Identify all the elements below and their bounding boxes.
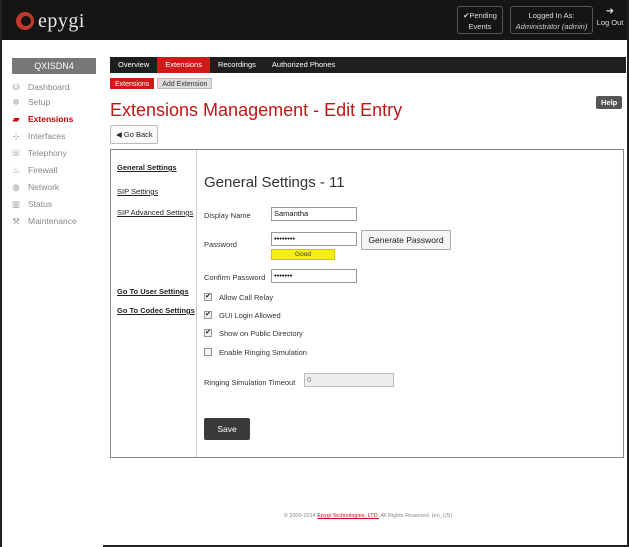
logged-in-label: Logged In As: xyxy=(528,11,575,20)
link-sip-settings[interactable]: SIP Settings xyxy=(117,187,158,196)
tab-recordings[interactable]: Recordings xyxy=(210,57,264,73)
display-name-label: Display Name xyxy=(204,211,251,220)
device-name: QXISDN4 xyxy=(12,58,96,74)
logged-in-user: Administrator (admin) xyxy=(515,22,588,31)
tab-authorized-phones[interactable]: Authorized Phones xyxy=(264,57,343,73)
tab-extensions[interactable]: Extensions xyxy=(157,57,210,73)
help-button[interactable]: Help xyxy=(596,96,623,109)
sidebar-item-firewall[interactable]: ♨ Firewall xyxy=(10,164,57,176)
sidebar-item-label: Firewall xyxy=(28,165,58,175)
public-directory-row[interactable]: ✔ Show on Public Directory xyxy=(204,328,303,338)
sidebar: QXISDN4 ⛁ Dashboard ✲ Setup ▰ Extensions… xyxy=(2,40,103,547)
ringing-simulation-checkbox[interactable] xyxy=(204,348,212,356)
logout-label: Log Out xyxy=(596,18,624,27)
link-go-to-user-settings[interactable]: Go To User Settings xyxy=(117,287,189,296)
events-label: Events xyxy=(468,22,492,31)
pending-events-button[interactable]: ✔Pending Events xyxy=(457,6,503,34)
sidebar-item-extensions[interactable]: ▰ Extensions xyxy=(10,113,74,125)
gear-icon: ✲ xyxy=(12,96,20,107)
bar-chart-icon: ▥ xyxy=(11,198,21,209)
top-header: epygi ✔Pending Events Logged In As: Admi… xyxy=(2,0,627,40)
ringing-simulation-label: Enable Ringing Simulation xyxy=(219,347,307,357)
sidebar-item-label: Telephony xyxy=(28,148,67,158)
epygi-logo[interactable]: epygi xyxy=(16,10,85,32)
gui-login-label: GUI Login Allowed xyxy=(219,310,281,320)
subtab-extensions[interactable]: Extensions xyxy=(110,78,155,89)
go-back-label: Go Back xyxy=(123,130,153,139)
sidebar-item-status[interactable]: ▥ Status xyxy=(10,198,52,210)
confirm-password-label: Confirm Password xyxy=(204,273,266,282)
sidebar-item-dashboard[interactable]: ⛁ Dashboard xyxy=(10,81,70,93)
allow-call-relay-row[interactable]: ✔ Allow Call Relay xyxy=(204,292,273,302)
sidebar-item-label: Maintenance xyxy=(28,216,77,226)
dashboard-icon: ⛁ xyxy=(12,81,20,92)
wrench-icon: ⚒ xyxy=(12,215,20,226)
sidebar-item-setup[interactable]: ✲ Setup xyxy=(10,96,50,108)
allow-call-relay-label: Allow Call Relay xyxy=(219,292,274,302)
password-strength-indicator: Good xyxy=(271,249,335,260)
logo-text: epygi xyxy=(38,9,85,32)
sidebar-item-label: Status xyxy=(28,199,53,209)
globe-icon: ◍ xyxy=(12,181,20,192)
public-directory-label: Show on Public Directory xyxy=(219,328,303,338)
interfaces-icon: ⊹ xyxy=(12,130,20,141)
subtab-add-extension[interactable]: Add Extension xyxy=(157,78,213,89)
go-back-button[interactable]: ◀ Go Back xyxy=(110,125,158,144)
section-title: General Settings - 11 xyxy=(204,174,345,191)
sidebar-item-label: Interfaces xyxy=(28,131,66,141)
gui-login-row[interactable]: ✔ GUI Login Allowed xyxy=(204,310,281,320)
rights-text: All Rights Reserved. (en_US) xyxy=(380,513,453,519)
logout-button[interactable]: ➜ Log Out xyxy=(595,6,625,28)
extensions-icon: ▰ xyxy=(12,113,20,124)
allow-call-relay-checkbox[interactable]: ✔ xyxy=(204,293,212,301)
sidebar-item-network[interactable]: ◍ Network xyxy=(10,181,59,193)
gui-login-checkbox[interactable]: ✔ xyxy=(204,311,212,319)
sidebar-item-interfaces[interactable]: ⊹ Interfaces xyxy=(10,130,65,142)
sidebar-item-label: Dashboard xyxy=(28,82,70,92)
sidebar-item-label: Setup xyxy=(28,97,51,107)
logged-in-info: Logged In As: Administrator (admin) xyxy=(510,6,593,34)
sidebar-item-label: Network xyxy=(28,182,60,192)
pending-label: ✔Pending xyxy=(463,11,497,20)
copyright-text: © 2000-2014 xyxy=(283,513,316,519)
tab-overview[interactable]: Overview xyxy=(110,57,157,73)
company-link[interactable]: Epygi Technologies, LTD. xyxy=(317,513,379,519)
link-general-settings[interactable]: General Settings xyxy=(117,163,177,172)
ringing-simulation-row[interactable]: Enable Ringing Simulation xyxy=(204,347,307,357)
page-title: Extensions Management - Edit Entry xyxy=(110,100,403,120)
password-field[interactable]: •••••••• xyxy=(271,232,357,246)
sub-tabs: Extensions Add Extension xyxy=(110,78,213,89)
sidebar-item-maintenance[interactable]: ⚒ Maintenance xyxy=(10,215,77,227)
sidebar-item-label: Extensions xyxy=(28,114,74,124)
confirm-password-field[interactable]: ••••••• xyxy=(271,269,357,283)
phone-icon: ☏ xyxy=(10,147,22,158)
logo-icon xyxy=(16,12,34,30)
edit-panel: General Settings SIP Settings SIP Advanc… xyxy=(110,149,624,458)
public-directory-checkbox[interactable]: ✔ xyxy=(204,329,212,337)
link-go-to-codec-settings[interactable]: Go To Codec Settings xyxy=(117,306,195,315)
generate-password-button[interactable]: Generate Password xyxy=(361,230,451,250)
flame-icon: ♨ xyxy=(12,164,20,175)
link-sip-advanced-settings[interactable]: SIP Advanced Settings xyxy=(117,208,193,217)
footer: © 2000-2014 Epygi Technologies, LTD. All… xyxy=(110,513,626,519)
password-label: Password xyxy=(204,240,237,249)
save-button[interactable]: Save xyxy=(204,418,250,440)
main-tabs: Overview Extensions Recordings Authorize… xyxy=(110,57,626,73)
sidebar-item-telephony[interactable]: ☏ Telephony xyxy=(10,147,67,159)
ringing-timeout-label: Ringing Simulation Timeout xyxy=(204,378,296,387)
display-name-field[interactable]: Samantha xyxy=(271,207,357,221)
back-arrow-icon: ◀ xyxy=(116,130,122,139)
logout-icon: ➜ xyxy=(605,6,615,17)
ringing-timeout-field: 0 xyxy=(304,373,394,387)
settings-nav: General Settings SIP Settings SIP Advanc… xyxy=(111,150,197,457)
